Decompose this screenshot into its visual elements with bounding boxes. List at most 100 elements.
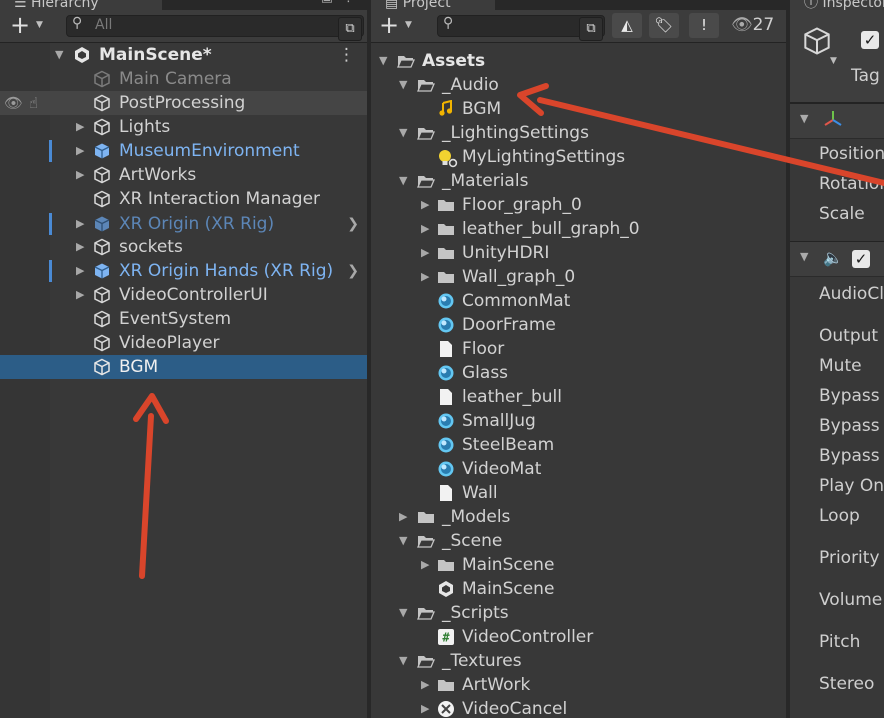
project-tree-item[interactable]: ▶ VideoCancel bbox=[371, 697, 786, 718]
hierarchy-item[interactable]: 👁 ☝ PostProcessing bbox=[0, 91, 367, 115]
hidden-packages-toggle[interactable]: 👁27 bbox=[731, 13, 774, 38]
collapse-arrow-icon[interactable]: ▼ bbox=[800, 112, 808, 125]
project-tree-item[interactable]: MyLightingSettings bbox=[371, 145, 786, 169]
audio-clip-icon bbox=[437, 99, 455, 118]
active-checkbox[interactable]: ✓ bbox=[861, 31, 879, 49]
collapse-arrow-icon[interactable]: ▼ bbox=[55, 43, 63, 67]
project-tree-item[interactable]: Floor bbox=[371, 337, 786, 361]
create-plus-icon[interactable]: + bbox=[10, 12, 30, 38]
gameobject-cube-icon bbox=[93, 190, 111, 208]
gameobject-cube-icon bbox=[93, 70, 111, 88]
expand-arrow-icon[interactable]: ▶ bbox=[76, 212, 84, 236]
expand-arrow-icon[interactable]: ▶ bbox=[76, 115, 84, 139]
project-tree-item[interactable]: ▶ Wall_graph_0 bbox=[371, 265, 786, 289]
create-dropdown-icon[interactable]: ▼ bbox=[405, 20, 412, 30]
hierarchy-item-selected[interactable]: BGM bbox=[0, 355, 367, 379]
expand-arrow-icon[interactable]: ▶ bbox=[421, 697, 429, 718]
hierarchy-item[interactable]: ▶ XR Origin (XR Rig) ❯ bbox=[0, 212, 367, 236]
hierarchy-item[interactable]: XR Interaction Manager bbox=[0, 187, 367, 211]
hierarchy-item[interactable]: ▶ sockets bbox=[0, 235, 367, 259]
collapse-arrow-icon[interactable]: ▼ bbox=[399, 169, 407, 193]
hierarchy-search-input[interactable]: ⚲ All ⧉ bbox=[66, 15, 364, 41]
hierarchy-item[interactable]: VideoPlayer bbox=[0, 331, 367, 355]
expand-arrow-icon[interactable]: ▶ bbox=[76, 163, 84, 187]
expand-arrow-icon[interactable]: ▶ bbox=[421, 193, 429, 217]
folder-open-icon bbox=[417, 172, 435, 190]
project-tree-item[interactable]: ▼ _Scripts bbox=[371, 601, 786, 625]
project-tree-item[interactable]: ▼ _LightingSettings bbox=[371, 121, 786, 145]
expand-arrow-icon[interactable]: ▶ bbox=[421, 673, 429, 697]
panel-menu-icon[interactable]: ⋮ bbox=[342, 0, 355, 5]
project-tree-item[interactable]: SmallJug bbox=[371, 409, 786, 433]
expand-arrow-icon[interactable]: ▶ bbox=[76, 235, 84, 259]
project-tree-item[interactable]: Glass bbox=[371, 361, 786, 385]
project-tree-item[interactable]: VideoMat bbox=[371, 457, 786, 481]
hierarchy-item[interactable]: ▶ MuseumEnvironment bbox=[0, 139, 367, 163]
expand-arrow-icon[interactable]: ▶ bbox=[421, 241, 429, 265]
hierarchy-item-label: VideoPlayer bbox=[119, 333, 220, 353]
collapse-arrow-icon[interactable]: ▼ bbox=[399, 73, 407, 97]
expand-arrow-icon[interactable]: ▶ bbox=[76, 259, 84, 283]
project-tree-item[interactable]: ▶ leather_bull_graph_0 bbox=[371, 217, 786, 241]
project-tree-item[interactable]: ▶ UnityHDRI bbox=[371, 241, 786, 265]
project-tree-item[interactable]: ▼ Assets bbox=[371, 49, 786, 73]
audio-source-header[interactable]: ▼ 🔈 ✓ bbox=[790, 241, 884, 277]
project-tree-item[interactable]: leather_bull bbox=[371, 385, 786, 409]
transform-header[interactable]: ▼ bbox=[790, 103, 884, 139]
project-tree-item[interactable]: ▶ _Models bbox=[371, 505, 786, 529]
collapse-arrow-icon[interactable]: ▼ bbox=[399, 649, 407, 673]
project-tree-item[interactable]: CommonMat bbox=[371, 289, 786, 313]
collapse-arrow-icon[interactable]: ▼ bbox=[399, 601, 407, 625]
hierarchy-item[interactable]: ▶ ArtWorks bbox=[0, 163, 367, 187]
open-prefab-chevron-icon[interactable]: ❯ bbox=[347, 259, 359, 283]
expand-arrow-icon[interactable]: ▶ bbox=[76, 283, 84, 307]
audio-source-enabled-checkbox[interactable]: ✓ bbox=[852, 250, 870, 268]
project-tree-item[interactable]: SteelBeam bbox=[371, 433, 786, 457]
filter-by-label-icon[interactable]: 🏷 bbox=[649, 13, 679, 38]
project-tree-item[interactable]: # VideoController bbox=[371, 625, 786, 649]
project-tree-item[interactable]: ▼ _Materials bbox=[371, 169, 786, 193]
expand-arrow-icon[interactable]: ▶ bbox=[421, 265, 429, 289]
expand-arrow-icon[interactable]: ▶ bbox=[76, 139, 84, 163]
project-tree-item[interactable]: ▼ _Audio bbox=[371, 73, 786, 97]
create-dropdown-icon[interactable]: ▼ bbox=[36, 20, 43, 30]
hierarchy-item[interactable]: EventSystem bbox=[0, 307, 367, 331]
search-by-type-icon[interactable]: ⧉ bbox=[579, 17, 603, 41]
visibility-eye-icon[interactable]: 👁 bbox=[4, 91, 23, 115]
project-tree-item[interactable]: ▼ _Textures bbox=[371, 649, 786, 673]
project-tree-item[interactable]: DoorFrame bbox=[371, 313, 786, 337]
project-tree-item-label: _Textures bbox=[442, 651, 522, 671]
project-tree-item[interactable]: BGM bbox=[371, 97, 786, 121]
search-icon: ⚲ bbox=[72, 15, 83, 31]
expand-arrow-icon[interactable]: ▶ bbox=[421, 217, 429, 241]
override-marker bbox=[49, 213, 52, 235]
project-tree-item[interactable]: ▶ MainScene bbox=[371, 553, 786, 577]
collapse-arrow-icon[interactable]: ▼ bbox=[800, 250, 808, 263]
scene-row[interactable]: ▼ MainScene* ⋮ bbox=[0, 43, 367, 67]
icon-dropdown-icon[interactable]: ▼ bbox=[830, 56, 837, 66]
hierarchy-item[interactable]: ▶ XR Origin Hands (XR Rig) ❯ bbox=[0, 259, 367, 283]
project-tree-item[interactable]: ▶ Floor_graph_0 bbox=[371, 193, 786, 217]
hierarchy-item[interactable]: Main Camera bbox=[0, 67, 367, 91]
project-tree-item[interactable]: ▶ ArtWork bbox=[371, 673, 786, 697]
collapse-arrow-icon[interactable]: ▼ bbox=[379, 49, 387, 73]
project-tree-item[interactable]: ▼ _Scene bbox=[371, 529, 786, 553]
project-tree-item[interactable]: MainScene bbox=[371, 577, 786, 601]
lock-icon[interactable]: ▣ bbox=[321, 0, 333, 5]
search-by-type-icon[interactable]: ⧉ bbox=[338, 17, 362, 41]
filter-by-type-icon[interactable]: ◭ bbox=[612, 13, 642, 38]
hierarchy-item[interactable]: ▶ VideoControllerUI bbox=[0, 283, 367, 307]
expand-arrow-icon[interactable]: ▶ bbox=[399, 505, 407, 529]
expand-arrow-icon[interactable]: ▶ bbox=[421, 553, 429, 577]
pickable-hand-icon[interactable]: ☝ bbox=[29, 91, 38, 115]
scene-menu-icon[interactable]: ⋮ bbox=[338, 43, 355, 67]
console-warning-icon[interactable]: ! bbox=[689, 13, 719, 38]
project-tree-item[interactable]: Wall bbox=[371, 481, 786, 505]
hierarchy-item[interactable]: ▶ Lights bbox=[0, 115, 367, 139]
create-plus-icon[interactable]: + bbox=[379, 12, 399, 38]
inspector-panel: ⓘ Inspector ▼ ✓ Tag ▼ Position Rotation … bbox=[790, 0, 884, 718]
collapse-arrow-icon[interactable]: ▼ bbox=[399, 121, 407, 145]
open-prefab-chevron-icon[interactable]: ❯ bbox=[347, 212, 359, 236]
collapse-arrow-icon[interactable]: ▼ bbox=[399, 529, 407, 553]
project-search-input[interactable]: ⚲ ⧉ bbox=[437, 15, 605, 41]
